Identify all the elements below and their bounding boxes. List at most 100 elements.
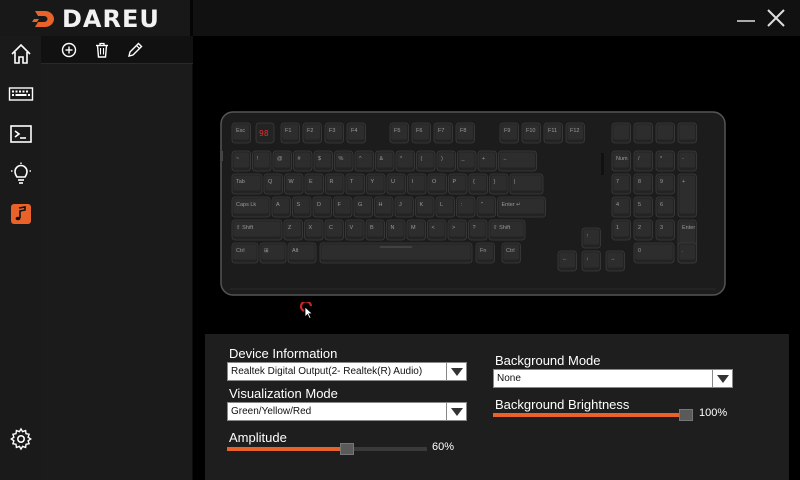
key-f4: F4: [346, 122, 366, 144]
music-settings-panel: Device Information Realtek Digital Outpu…: [205, 334, 789, 480]
keyboard-icon: [8, 87, 34, 101]
key: A: [271, 196, 291, 218]
key-f12: F12: [565, 122, 585, 144]
key-label: ): [441, 156, 443, 162]
key-right-shift: ⇧ Shift: [488, 219, 526, 241]
numpad-key: 7: [611, 173, 631, 195]
visualization-mode-value: Green/Yellow/Red: [231, 406, 312, 417]
window-controls: [736, 8, 786, 28]
title-bar: DAREU: [0, 0, 800, 36]
key-label: ↑: [586, 233, 589, 239]
amplitude-slider[interactable]: [227, 443, 427, 455]
keyboard-image: Esc 98 F1 F2 F3 F4 F5 F6 F7 F8 F9 F10 F11 F12~! @ # $% ^ &…: [220, 111, 726, 296]
key-left-alt: Alt: [287, 242, 317, 264]
chevron-down-icon: [446, 363, 466, 380]
key: Q: [263, 173, 283, 195]
key: @: [272, 150, 292, 172]
key-label: ⊞: [264, 248, 269, 254]
key-label: Tab: [236, 179, 245, 185]
key-f2: F2: [302, 122, 322, 144]
key: F: [333, 196, 353, 218]
numpad-key: -: [677, 150, 697, 172]
nav-macro[interactable]: [6, 119, 36, 149]
nav-music[interactable]: [6, 199, 36, 229]
key-label: ←: [503, 156, 509, 162]
key-label: Fn: [480, 248, 486, 254]
key-f9: F9: [499, 122, 519, 144]
key-win: ⊞: [259, 242, 287, 264]
amplitude-slider-fill: [227, 447, 347, 451]
key: >: [447, 219, 467, 241]
device-info-dropdown[interactable]: Realtek Digital Output(2- Realtek(R) Aud…: [227, 362, 467, 381]
led-display: 98: [259, 129, 269, 138]
key-label: 8: [638, 179, 641, 185]
key: L: [435, 196, 455, 218]
background-mode-label: Background Mode: [495, 353, 601, 368]
minimize-button[interactable]: [736, 8, 756, 28]
key-label: +: [482, 156, 485, 162]
key: Y: [366, 173, 386, 195]
key: N: [386, 219, 406, 241]
key-arrow-right: →: [605, 250, 625, 272]
key-extra: [677, 122, 697, 144]
key: +: [477, 150, 497, 172]
add-profile-button[interactable]: [60, 41, 78, 59]
key: I: [407, 173, 427, 195]
key-label: 1: [616, 225, 619, 231]
key-label: M: [411, 225, 416, 231]
nav-lighting[interactable]: [6, 159, 36, 189]
key-label: P: [453, 179, 457, 185]
dareu-logo-icon: [32, 11, 54, 27]
profile-toolbar: [41, 36, 193, 64]
key: S: [292, 196, 312, 218]
background-mode-dropdown[interactable]: None: [493, 369, 733, 388]
key-label: {: [473, 179, 475, 185]
key-label: H: [379, 202, 383, 208]
key: H: [374, 196, 394, 218]
key-label: X: [309, 225, 313, 231]
key-capslock: Caps Lk: [231, 196, 271, 218]
logo-area: DAREU: [0, 0, 193, 36]
key: #: [293, 150, 313, 172]
numpad-key: 4: [611, 196, 631, 218]
keyboard-side-knob: [220, 151, 223, 161]
key-label: Y: [371, 179, 375, 185]
key: R: [325, 173, 345, 195]
lightbulb-icon: [11, 162, 31, 184]
delete-profile-button[interactable]: [93, 41, 111, 59]
key-f7: F7: [433, 122, 453, 144]
key-f5: F5: [389, 122, 409, 144]
close-icon: [767, 9, 785, 27]
nav-keyboard[interactable]: [6, 79, 36, 109]
key-label: %: [339, 156, 344, 162]
visualization-mode-dropdown[interactable]: Green/Yellow/Red: [227, 402, 467, 421]
key-label: →: [610, 256, 616, 262]
background-mode-value: None: [497, 373, 521, 384]
key-label: ^: [359, 156, 362, 162]
amplitude-slider-thumb[interactable]: [340, 443, 354, 455]
key-backspace: ←: [498, 150, 537, 172]
background-brightness-slider[interactable]: [493, 409, 693, 421]
key-label: }: [494, 179, 496, 185]
numpad-dot: .: [677, 242, 697, 264]
key: $: [313, 150, 333, 172]
key-label: ⇧ Shift: [493, 224, 511, 231]
key-label: U: [391, 179, 395, 185]
key: _: [457, 150, 477, 172]
key-label: E: [309, 179, 313, 185]
amplitude-value: 60%: [432, 441, 455, 453]
nav-home[interactable]: [6, 39, 36, 69]
background-brightness-slider-thumb[interactable]: [679, 409, 693, 421]
close-button[interactable]: [766, 8, 786, 28]
key-label: L: [440, 202, 443, 208]
key: M: [406, 219, 426, 241]
key-label: >: [452, 225, 455, 231]
numpad-key: 3: [655, 219, 675, 241]
nav-settings[interactable]: [6, 424, 36, 454]
app-window: D A R E U Esc 98 F1 F2 F3 F4 F5 F6 F7 F8 F9 …: [0, 0, 800, 480]
key: ?: [468, 219, 488, 241]
key: {: [468, 173, 488, 195]
key-label: D: [317, 202, 321, 208]
rename-profile-button[interactable]: [126, 41, 144, 59]
device-info-label: Device Information: [229, 346, 338, 361]
